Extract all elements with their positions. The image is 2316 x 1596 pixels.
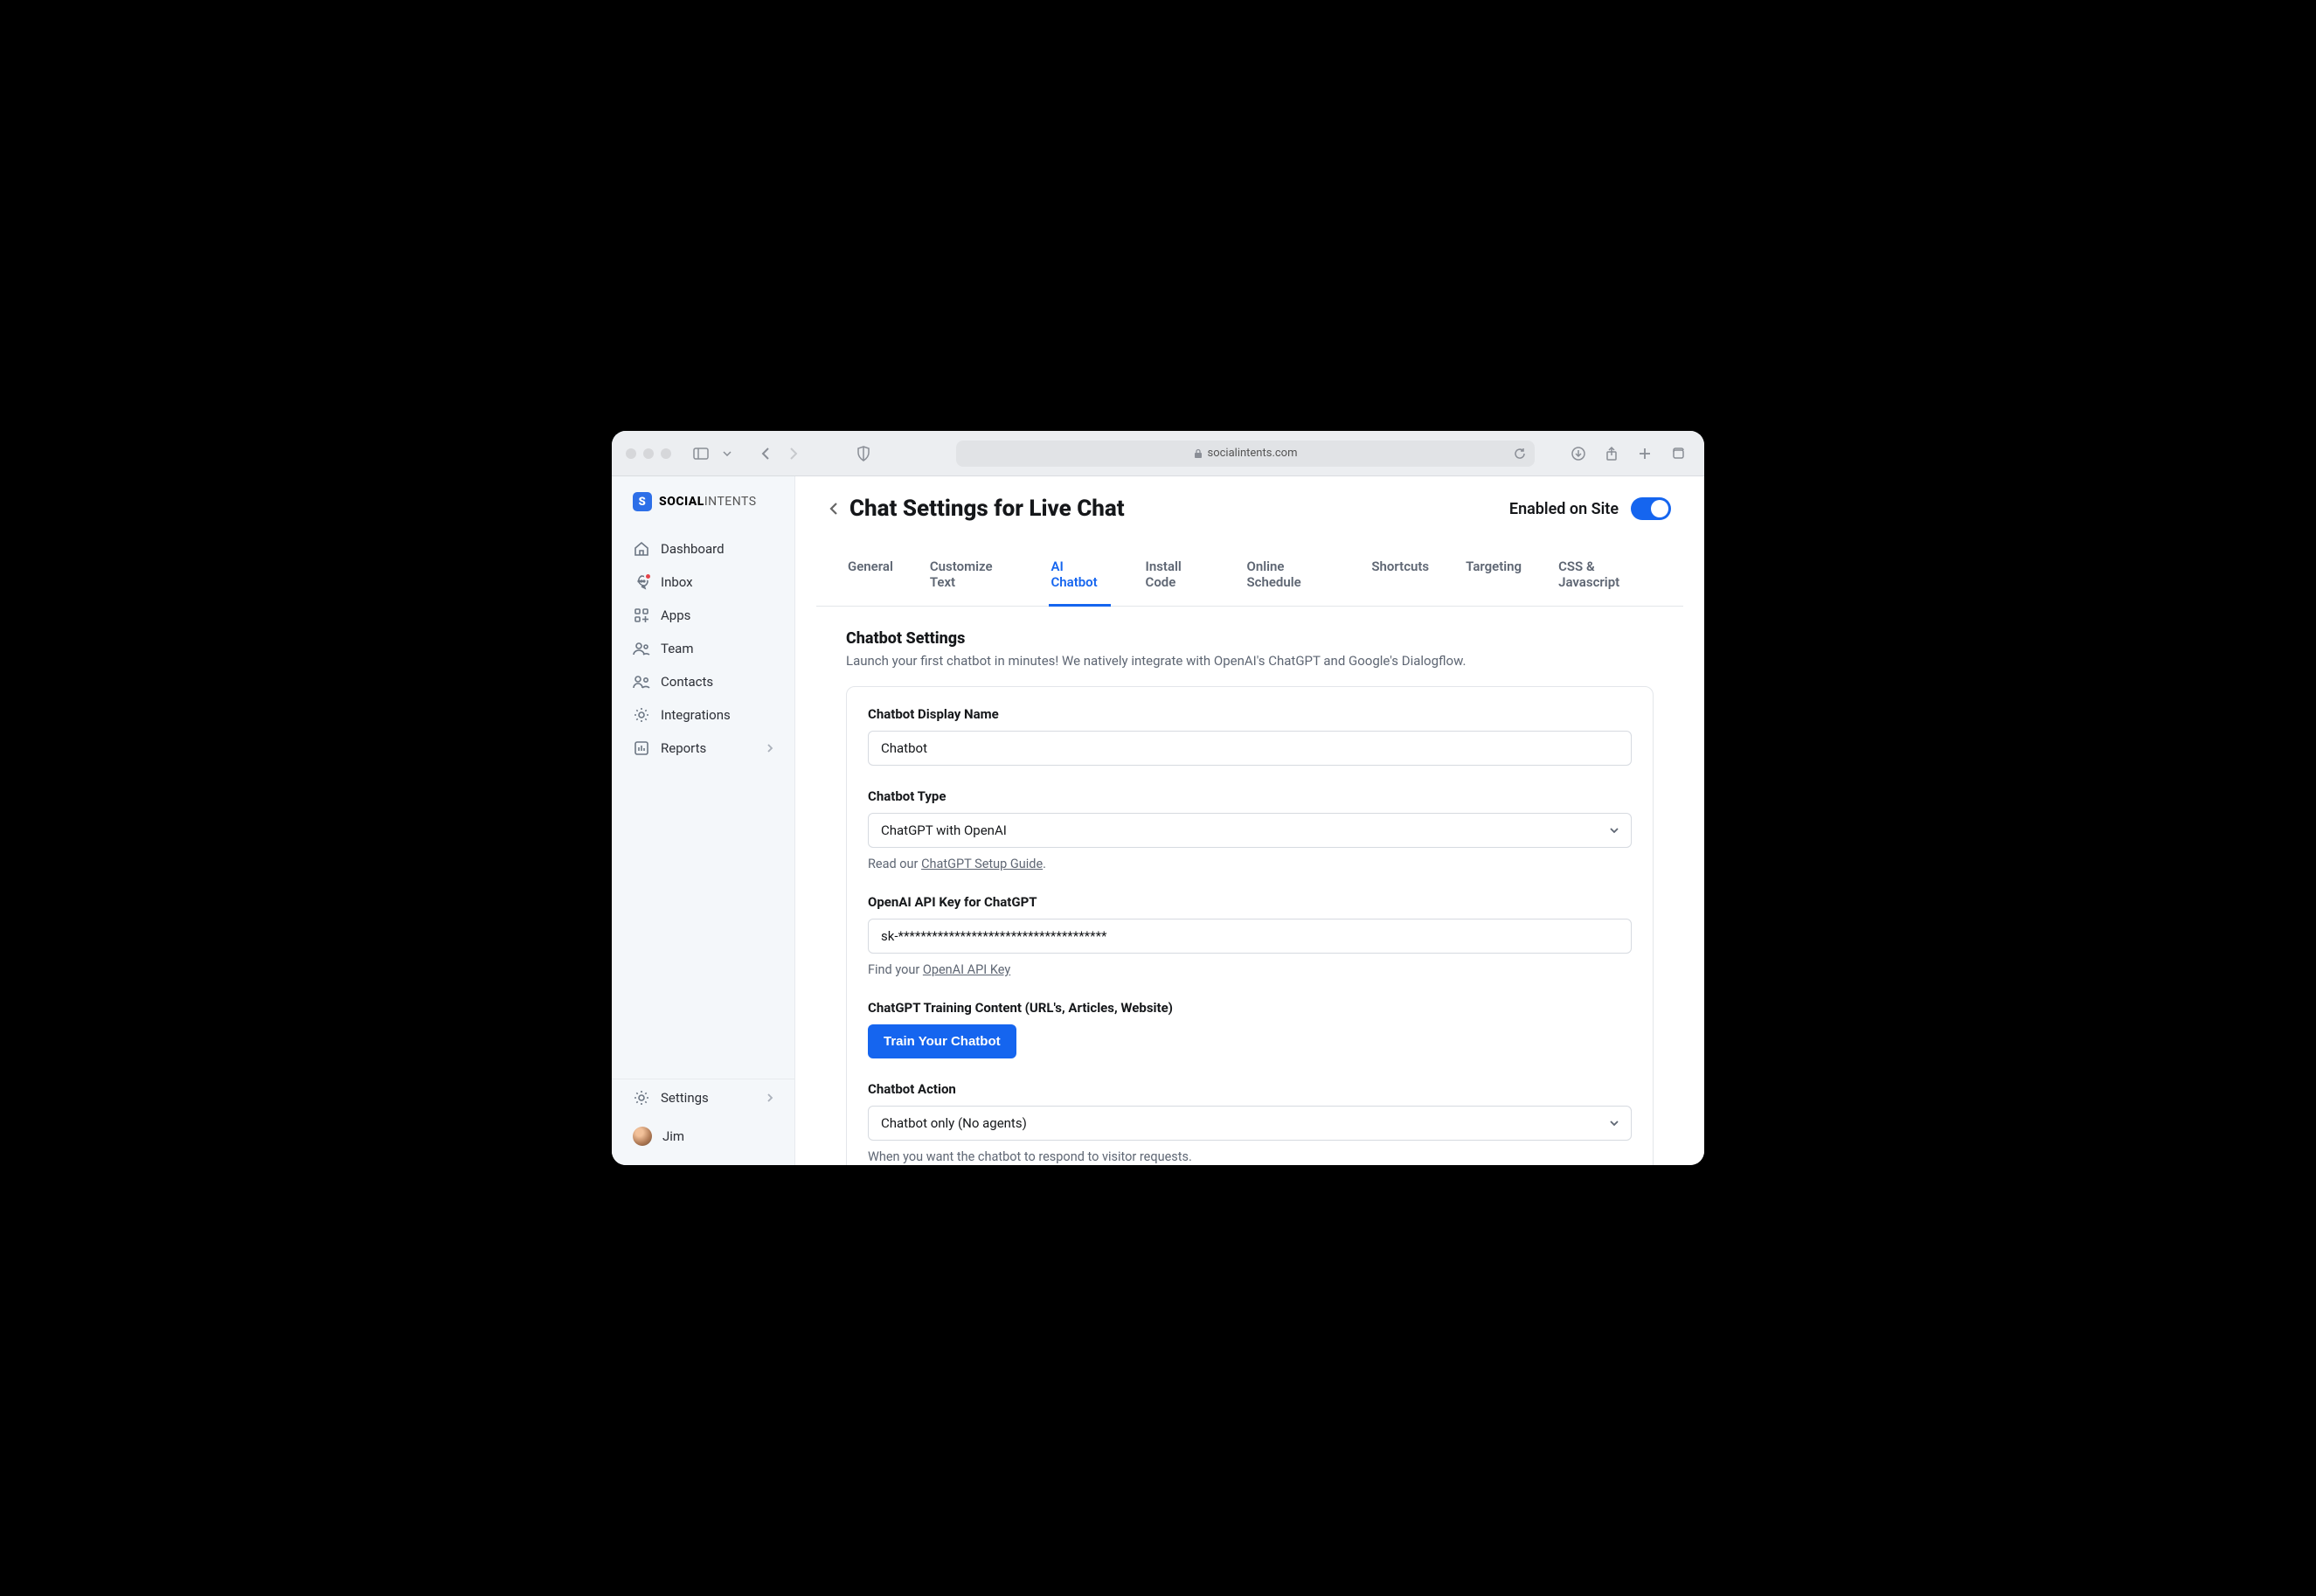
section-title: Chatbot Settings bbox=[846, 629, 1654, 648]
sidebar-item-inbox[interactable]: Inbox bbox=[612, 566, 794, 599]
tab-targeting[interactable]: Targeting bbox=[1464, 546, 1523, 607]
tab-customize-text[interactable]: Customize Text bbox=[928, 546, 1016, 607]
page-title: Chat Settings for Live Chat bbox=[849, 496, 1125, 522]
sidebar-item-label: Integrations bbox=[661, 707, 731, 723]
chatbot-action-select[interactable] bbox=[868, 1106, 1632, 1141]
chatbot-type-helper: Read our ChatGPT Setup Guide. bbox=[868, 857, 1632, 871]
home-icon bbox=[633, 541, 650, 557]
app-root: S SOCIALINTENTS Dashboard In bbox=[612, 476, 1704, 1165]
tab-online-schedule[interactable]: Online Schedule bbox=[1245, 546, 1336, 607]
chatbot-action-label: Chatbot Action bbox=[868, 1081, 1632, 1097]
sidebar-item-label: Team bbox=[661, 641, 694, 656]
chat-icon bbox=[633, 574, 650, 590]
api-key-input[interactable] bbox=[868, 919, 1632, 954]
reload-icon[interactable] bbox=[1514, 448, 1526, 460]
brand-logo[interactable]: S SOCIALINTENTS bbox=[612, 492, 794, 531]
sidebar-item-user[interactable]: Jim bbox=[612, 1116, 794, 1156]
sidebar-item-label: Contacts bbox=[661, 674, 713, 690]
sidebar-item-label: Dashboard bbox=[661, 541, 725, 557]
logo-badge-icon: S bbox=[633, 492, 652, 511]
display-name-input[interactable] bbox=[868, 731, 1632, 766]
tab-install-code[interactable]: Install Code bbox=[1144, 546, 1212, 607]
sidebar-item-reports[interactable]: Reports bbox=[612, 732, 794, 765]
share-icon[interactable] bbox=[1599, 441, 1624, 466]
sidebar-item-team[interactable]: Team bbox=[612, 632, 794, 665]
browser-forward-icon[interactable] bbox=[781, 441, 806, 466]
shield-icon[interactable] bbox=[851, 441, 876, 466]
chevron-right-icon bbox=[766, 743, 773, 753]
settings-icon bbox=[633, 1090, 650, 1106]
page-header: Chat Settings for Live Chat Enabled on S… bbox=[795, 476, 1704, 531]
lock-icon bbox=[1194, 448, 1203, 459]
train-chatbot-button[interactable]: Train Your Chatbot bbox=[868, 1024, 1016, 1058]
sidebar-item-dashboard[interactable]: Dashboard bbox=[612, 532, 794, 566]
openai-api-key-link[interactable]: OpenAI API Key bbox=[923, 962, 1010, 977]
settings-tabs: General Customize Text AI Chatbot Instal… bbox=[816, 546, 1683, 607]
chatbot-type-select[interactable] bbox=[868, 813, 1632, 848]
sidebar-item-label: Reports bbox=[661, 740, 706, 756]
notification-dot-icon bbox=[644, 572, 652, 580]
tab-ai-chatbot[interactable]: AI Chatbot bbox=[1049, 546, 1110, 607]
enabled-on-site-label: Enabled on Site bbox=[1509, 500, 1619, 518]
tab-content: Chatbot Settings Launch your first chatb… bbox=[795, 607, 1704, 1165]
tabs-overview-icon[interactable] bbox=[1666, 441, 1690, 466]
sidebar-item-label: Inbox bbox=[661, 574, 693, 590]
main-content: Chat Settings for Live Chat Enabled on S… bbox=[795, 476, 1704, 1165]
training-content-label: ChatGPT Training Content (URL's, Article… bbox=[868, 1000, 1632, 1016]
primary-nav: Dashboard Inbox Apps bbox=[612, 531, 794, 1079]
browser-chrome: socialintents.com bbox=[612, 431, 1704, 476]
user-name-label: Jim bbox=[662, 1128, 684, 1144]
team-icon bbox=[633, 642, 650, 656]
gear-icon bbox=[633, 707, 650, 723]
api-key-helper: Find your OpenAI API Key bbox=[868, 962, 1632, 977]
chevron-right-icon bbox=[766, 1093, 773, 1103]
minimize-window-icon[interactable] bbox=[643, 448, 654, 459]
logo-text-bold: SOCIAL bbox=[659, 495, 704, 509]
sidebar-item-label: Apps bbox=[661, 607, 690, 623]
sidebar-item-contacts[interactable]: Contacts bbox=[612, 665, 794, 698]
chevron-down-icon[interactable] bbox=[715, 441, 739, 466]
chatbot-action-helper: When you want the chatbot to respond to … bbox=[868, 1149, 1632, 1164]
close-window-icon[interactable] bbox=[626, 448, 636, 459]
tab-general[interactable]: General bbox=[846, 546, 895, 607]
chatgpt-setup-guide-link[interactable]: ChatGPT Setup Guide bbox=[921, 857, 1043, 871]
address-bar-text: socialintents.com bbox=[1208, 447, 1298, 460]
sidebar-item-label: Settings bbox=[661, 1090, 709, 1106]
avatar bbox=[633, 1127, 652, 1146]
app-sidebar: S SOCIALINTENTS Dashboard In bbox=[612, 476, 795, 1165]
browser-back-icon[interactable] bbox=[753, 441, 778, 466]
apps-grid-icon bbox=[633, 607, 650, 623]
sidebar-bottom: Settings Jim bbox=[612, 1079, 794, 1156]
display-name-label: Chatbot Display Name bbox=[868, 706, 1632, 722]
api-key-label: OpenAI API Key for ChatGPT bbox=[868, 894, 1632, 910]
sidebar-item-apps[interactable]: Apps bbox=[612, 599, 794, 632]
enabled-toggle[interactable] bbox=[1631, 497, 1671, 520]
fullscreen-window-icon[interactable] bbox=[661, 448, 671, 459]
window-controls bbox=[626, 448, 671, 459]
logo-text-thin: INTENTS bbox=[704, 495, 757, 509]
toggle-knob-icon bbox=[1651, 500, 1668, 517]
back-button[interactable] bbox=[825, 497, 842, 520]
tab-shortcuts[interactable]: Shortcuts bbox=[1369, 546, 1431, 607]
contacts-icon bbox=[633, 675, 650, 689]
reports-icon bbox=[633, 740, 650, 756]
new-tab-icon[interactable] bbox=[1633, 441, 1657, 466]
tab-css-javascript[interactable]: CSS & Javascript bbox=[1557, 546, 1654, 607]
browser-window: socialintents.com S S bbox=[612, 431, 1704, 1165]
sidebar-item-integrations[interactable]: Integrations bbox=[612, 698, 794, 732]
downloads-icon[interactable] bbox=[1566, 441, 1591, 466]
sidebar-item-settings[interactable]: Settings bbox=[612, 1079, 794, 1116]
address-bar[interactable]: socialintents.com bbox=[956, 441, 1535, 467]
chatbot-type-label: Chatbot Type bbox=[868, 788, 1632, 804]
section-description: Launch your first chatbot in minutes! We… bbox=[846, 653, 1654, 669]
settings-panel: Chatbot Display Name Chatbot Type Rea bbox=[846, 686, 1654, 1165]
sidebar-toggle-icon[interactable] bbox=[689, 441, 713, 466]
